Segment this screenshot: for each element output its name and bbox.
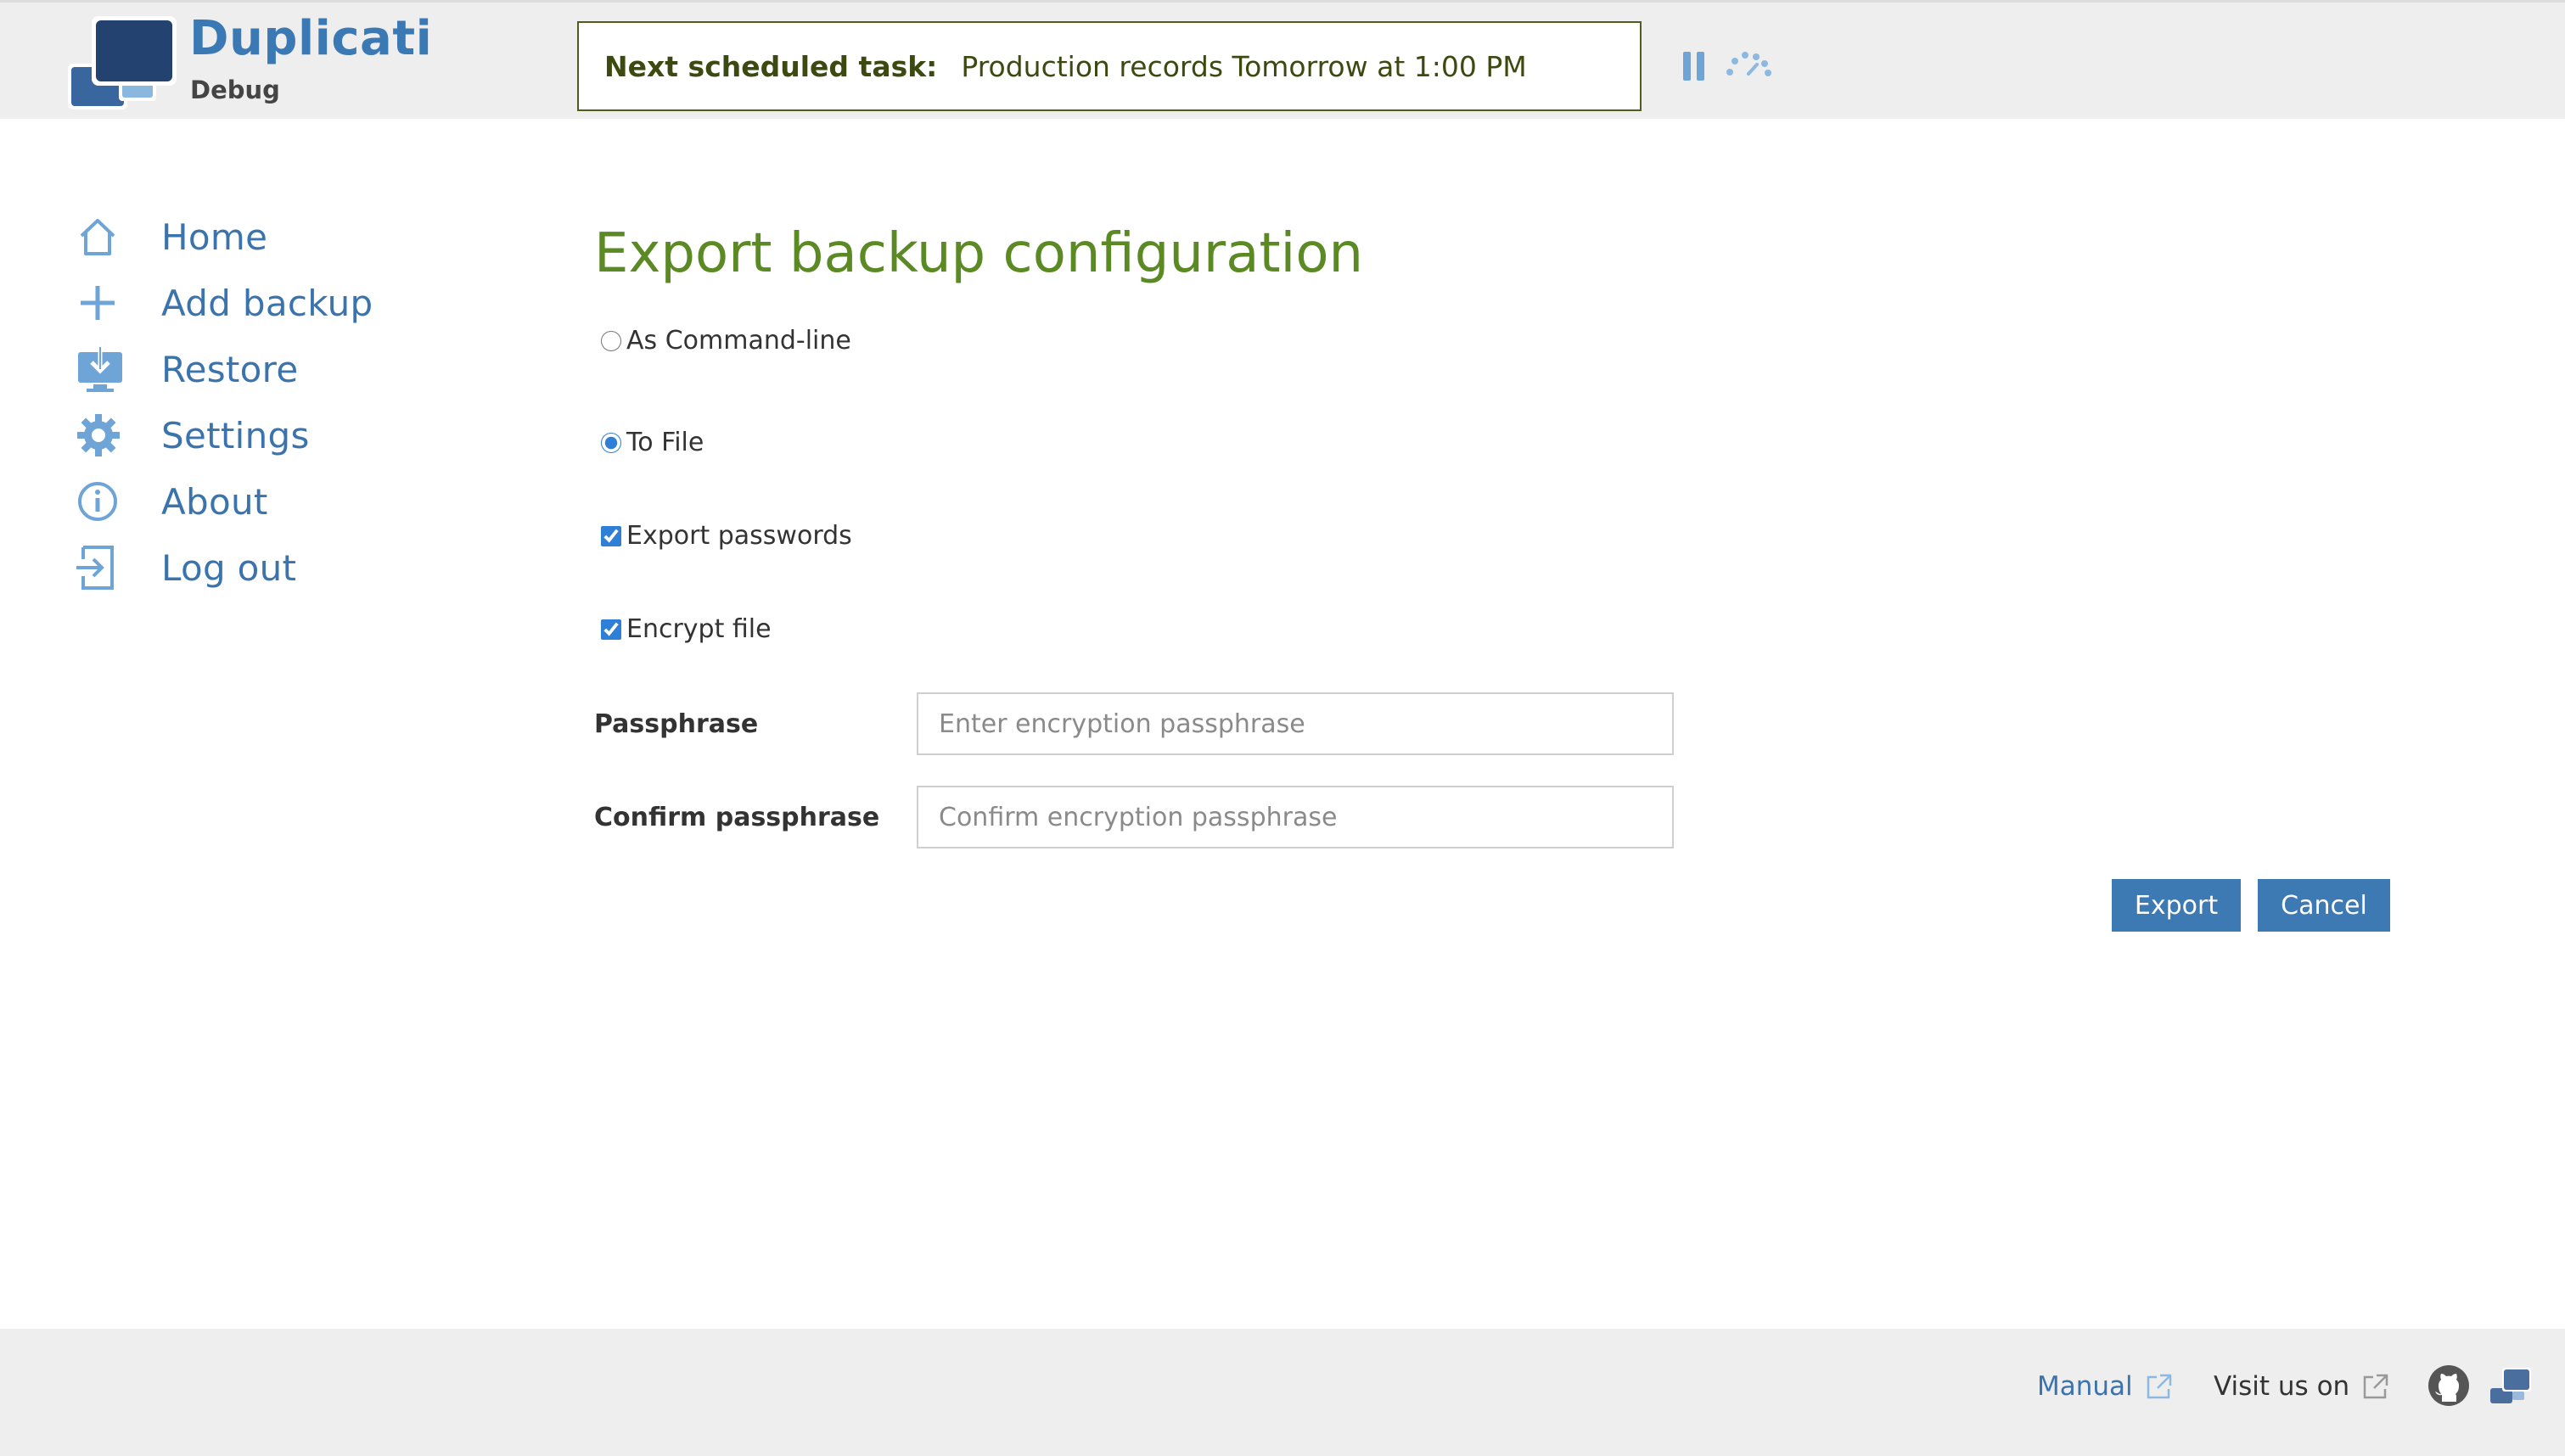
sidebar-item-restore[interactable]: Restore xyxy=(76,343,433,395)
export-passwords-label: Export passwords xyxy=(626,521,852,551)
manual-link[interactable]: Manual xyxy=(2037,1371,2174,1402)
export-passwords-checkbox[interactable] xyxy=(601,525,621,546)
home-icon xyxy=(76,213,131,260)
export-passwords-option[interactable]: Export passwords xyxy=(601,521,852,551)
confirm-passphrase-input[interactable] xyxy=(917,786,1674,848)
footer: Manual Visit us on xyxy=(0,1329,2565,1456)
app-name: Duplicati xyxy=(189,11,433,66)
restore-icon xyxy=(76,345,131,393)
gear-icon xyxy=(76,412,131,459)
passphrase-input[interactable] xyxy=(917,692,1674,755)
sidebar-item-label: Add backup xyxy=(161,282,373,324)
export-to-file-radio[interactable] xyxy=(601,432,621,453)
next-task-banner: Next scheduled task: Production records … xyxy=(577,21,1642,111)
sidebar-item-label: About xyxy=(161,480,268,523)
duplicati-logo-icon[interactable] xyxy=(2489,1366,2533,1405)
sidebar-item-about[interactable]: About xyxy=(76,475,433,528)
sidebar-item-label: Restore xyxy=(161,348,299,390)
encrypt-file-checkbox[interactable] xyxy=(601,619,621,640)
export-to-file-option[interactable]: To File xyxy=(601,428,704,457)
sidebar-item-home[interactable]: Home xyxy=(76,210,433,263)
confirm-passphrase-label: Confirm passphrase xyxy=(594,803,880,832)
encrypt-file-label: Encrypt file xyxy=(626,614,772,644)
export-as-commandline-option[interactable]: As Command-line xyxy=(601,326,851,356)
external-link-icon xyxy=(2147,1374,2171,1399)
visit-us-link[interactable]: Visit us on xyxy=(2214,1371,2390,1402)
github-icon[interactable] xyxy=(2427,1364,2470,1407)
pause-icon[interactable] xyxy=(1683,52,1705,81)
sidebar-item-label: Log out xyxy=(161,546,297,589)
duplicati-logo xyxy=(68,16,177,109)
sidebar-item-label: Settings xyxy=(161,414,310,456)
export-as-commandline-radio[interactable] xyxy=(601,330,621,351)
export-to-file-label: To File xyxy=(626,428,704,457)
sidebar-item-settings[interactable]: Settings xyxy=(76,409,433,462)
external-link-icon xyxy=(2363,1374,2388,1399)
speed-gauge-icon[interactable] xyxy=(1725,52,1772,77)
export-button[interactable]: Export xyxy=(2112,879,2241,932)
sidebar-item-label: Home xyxy=(161,216,268,258)
page-title: Export backup configuration xyxy=(594,222,1364,285)
export-as-commandline-label: As Command-line xyxy=(626,326,851,356)
logout-icon xyxy=(76,544,131,591)
cancel-button[interactable]: Cancel xyxy=(2258,879,2390,932)
next-task-label: Next scheduled task: xyxy=(604,49,938,83)
next-task-value: Production records Tomorrow at 1:00 PM xyxy=(961,49,1527,83)
encrypt-file-option[interactable]: Encrypt file xyxy=(601,614,772,644)
manual-link-label: Manual xyxy=(2037,1371,2133,1402)
sidebar-item-add-backup[interactable]: Add backup xyxy=(76,277,433,329)
top-header: Duplicati Debug Next scheduled task: Pro… xyxy=(0,0,2565,119)
plus-icon xyxy=(76,279,131,327)
visit-us-label: Visit us on xyxy=(2214,1371,2350,1402)
passphrase-label: Passphrase xyxy=(594,709,759,739)
sidebar-item-logout[interactable]: Log out xyxy=(76,541,433,594)
app-subtitle: Debug xyxy=(190,76,280,104)
info-icon xyxy=(76,478,131,525)
